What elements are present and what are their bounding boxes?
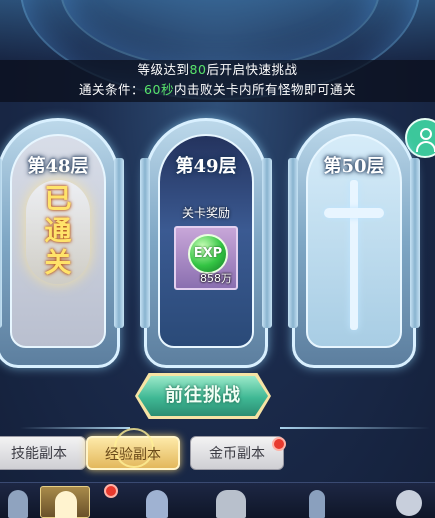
stage-card-50[interactable]: 第50层 [288,118,420,368]
tab-skill-dungeon[interactable]: 技能副本 [0,436,86,470]
sword-guard-decoration [324,208,384,218]
armor-icon[interactable] [138,486,176,518]
reward-label: 关卡奖励 [181,206,230,220]
sword-icon[interactable] [2,486,40,518]
stage-title: 第50层 [323,156,385,177]
quick-challenge-requirement: 等级达到80后开启快速挑战 [137,62,298,77]
clear-condition: 通关条件：60秒内击败关卡内所有怪物即可通关 [79,82,356,97]
cleared-badge: 已 通 关 [26,180,90,284]
challenge-info-bar: 等级达到80后开启快速挑战 通关条件：60秒内击败关卡内所有怪物即可通关 [0,60,435,102]
divider-right [280,427,430,429]
time-limit: 60秒 [144,82,174,97]
weapon-icon[interactable] [298,486,336,518]
required-level: 80 [189,62,207,77]
tab-gold-dungeon[interactable]: 金币副本 [190,436,284,470]
hero-notification-dot [104,484,118,498]
party-icon[interactable] [212,486,250,518]
tab-exp-dungeon[interactable]: 经验副本 [86,428,180,470]
stage-title: 第49层 [175,156,237,177]
stage-title: 第48层 [27,156,89,177]
divider-left [20,427,130,429]
exp-reward-item[interactable]: EXP 858万 [174,226,238,290]
exp-orb-icon: EXP [188,234,228,274]
reward-amount: 858万 [200,272,232,285]
settings-icon[interactable] [388,486,426,518]
gold-dungeon-notification-dot [272,437,286,451]
stage-card-48[interactable]: 第48层 已 通 关 [0,118,124,368]
go-challenge-button[interactable]: 前往挑战 [138,376,268,416]
stage-card-49[interactable]: 第49层 关卡奖励 EXP 858万 [140,118,272,368]
hero-icon[interactable] [40,486,90,518]
sword-emblem-icon [350,180,358,330]
